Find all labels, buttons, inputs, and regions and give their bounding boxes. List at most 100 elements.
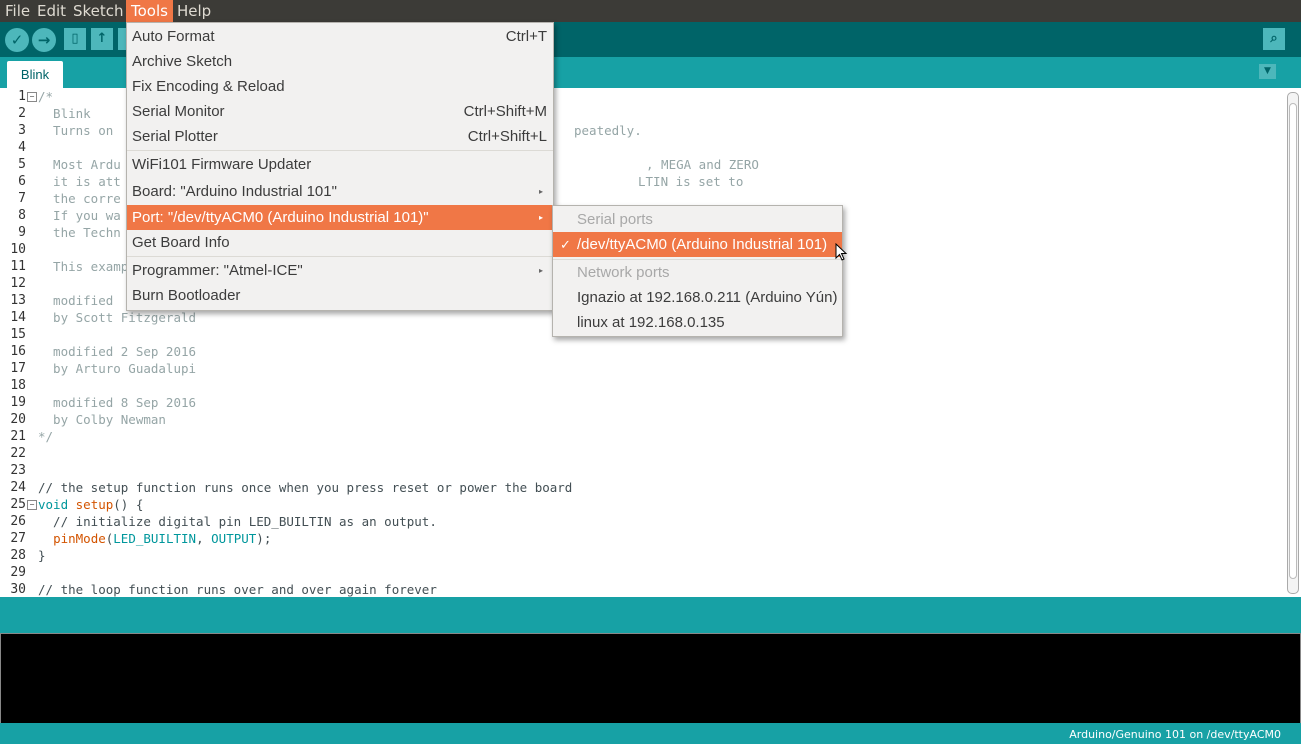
menu-help[interactable]: Help: [172, 0, 216, 22]
editor-scrollbar[interactable]: [1287, 92, 1299, 594]
menu-item-wifi-updater[interactable]: WiFi101 Firmware Updater: [127, 152, 553, 177]
new-sketch-icon[interactable]: ▯: [64, 28, 86, 50]
tab-blink[interactable]: Blink: [7, 61, 63, 88]
code-line-tail: LTIN is set to: [638, 174, 744, 189]
code-line: void setup() {: [38, 497, 144, 512]
scrollbar-thumb[interactable]: [1289, 103, 1297, 579]
menu-item-port[interactable]: Port: "/dev/ttyACM0 (Arduino Industrial …: [127, 205, 553, 230]
serial-monitor-icon[interactable]: ⌕: [1263, 28, 1285, 50]
menu-sketch[interactable]: Sketch: [68, 0, 129, 22]
menu-item-shortcut: Ctrl+Shift+L: [467, 128, 547, 145]
line-number: 25: [10, 497, 26, 512]
menu-item-label: Get Board Info: [132, 234, 230, 251]
line-number: 15: [10, 327, 26, 342]
code-line: // the setup function runs once when you…: [38, 480, 573, 495]
code-line: by Colby Newman: [38, 412, 166, 427]
open-sketch-icon[interactable]: ↑: [91, 28, 113, 50]
line-number: 12: [10, 276, 26, 291]
line-number: 7: [18, 191, 26, 206]
menu-item-label: Serial Plotter: [132, 128, 218, 145]
menu-item-board[interactable]: Board: "Arduino Industrial 101" ▸: [127, 179, 553, 204]
menu-tools[interactable]: Tools: [126, 0, 173, 22]
menu-item-serial-monitor[interactable]: Serial Monitor Ctrl+Shift+M: [127, 99, 553, 124]
line-number: 2: [18, 106, 26, 121]
port-item-ttyacm0[interactable]: ✓ /dev/ttyACM0 (Arduino Industrial 101): [553, 232, 842, 257]
code-line: Blink: [38, 106, 91, 121]
menubar: File Edit Sketch Tools Help: [0, 0, 1301, 22]
menu-item-fix-encoding[interactable]: Fix Encoding & Reload: [127, 74, 553, 99]
menu-item-archive-sketch[interactable]: Archive Sketch: [127, 49, 553, 74]
line-number: 29: [10, 565, 26, 580]
line-number: 21: [10, 429, 26, 444]
code-line: }: [38, 548, 46, 563]
line-number: 17: [10, 361, 26, 376]
code-line: // initialize digital pin LED_BUILTIN as…: [38, 514, 437, 529]
line-number: 13: [10, 293, 26, 308]
code-line: */: [38, 429, 54, 444]
port-item-ignazio[interactable]: Ignazio at 192.168.0.211 (Arduino Yún): [553, 285, 842, 310]
code-line: by Arturo Guadalupi: [38, 361, 197, 376]
menu-item-label: Archive Sketch: [132, 53, 233, 70]
menu-file[interactable]: File: [0, 0, 35, 22]
port-item-linux[interactable]: linux at 192.168.0.135: [553, 310, 842, 335]
menu-item-label: WiFi101 Firmware Updater: [132, 156, 312, 173]
line-number: 11: [10, 259, 26, 274]
code-line: the corre: [38, 191, 121, 206]
menu-item-serial-plotter[interactable]: Serial Plotter Ctrl+Shift+L: [127, 124, 553, 149]
port-submenu: Serial ports ✓ /dev/ttyACM0 (Arduino Ind…: [552, 205, 843, 337]
fold-toggle-icon[interactable]: −: [27, 500, 37, 510]
line-number: 4: [18, 140, 26, 155]
menu-item-label: Programmer: "Atmel-ICE": [132, 262, 303, 279]
network-ports-header: Network ports: [553, 260, 842, 285]
line-number: 30: [10, 582, 26, 597]
code-line: the Techn: [38, 225, 121, 240]
menu-item-label: Auto Format: [132, 28, 215, 45]
line-number: 14: [10, 310, 26, 325]
line-number: 20: [10, 412, 26, 427]
line-number: 26: [10, 514, 26, 529]
tab-menu-icon[interactable]: ▼: [1259, 64, 1276, 79]
line-number: 27: [10, 531, 26, 546]
menu-item-label: Serial Monitor: [132, 103, 225, 120]
menu-item-shortcut: Ctrl+Shift+M: [463, 103, 547, 120]
line-number: 1: [18, 89, 26, 104]
menu-item-programmer[interactable]: Programmer: "Atmel-ICE" ▸: [127, 258, 553, 283]
menu-item-burn-bootloader[interactable]: Burn Bootloader: [127, 283, 553, 308]
line-gutter: 1 2 3 4 5 6 7 8 9 10 11 12 13 14 15 16 17 18 19 20 21 22 23 24 2…: [0, 88, 37, 597]
line-number: 18: [10, 378, 26, 393]
status-bar: Arduino/Genuino 101 on /dev/ttyACM0: [0, 723, 1301, 744]
menu-item-label: linux at 192.168.0.135: [577, 314, 725, 331]
code-line: by Scott Fitzgerald: [38, 310, 197, 325]
code-line: If you wa: [38, 208, 121, 223]
code-line: // the loop function runs over and over …: [38, 582, 437, 597]
verify-icon[interactable]: ✓: [5, 28, 29, 52]
code-line: This examp: [38, 259, 129, 274]
board-port-status: Arduino/Genuino 101 on /dev/ttyACM0: [1069, 728, 1281, 741]
serial-ports-header: Serial ports: [553, 207, 842, 232]
code-line: Turns on: [38, 123, 114, 138]
code-line-tail: peatedly.: [574, 123, 642, 138]
console-output[interactable]: [0, 633, 1301, 724]
menu-item-shortcut: Ctrl+T: [505, 28, 547, 45]
menu-item-auto-format[interactable]: Auto Format Ctrl+T: [127, 24, 553, 49]
code-line: modified 2 Sep 2016: [38, 344, 197, 359]
line-number: 5: [18, 157, 26, 172]
menu-item-get-board-info[interactable]: Get Board Info: [127, 230, 553, 255]
menu-item-label: Port: "/dev/ttyACM0 (Arduino Industrial …: [132, 209, 429, 226]
menu-separator: [127, 150, 553, 151]
submenu-arrow-icon: ▸: [538, 266, 543, 275]
code-line: pinMode(LED_BUILTIN, OUTPUT);: [53, 531, 272, 546]
line-number: 23: [10, 463, 26, 478]
line-number: 9: [18, 225, 26, 240]
line-number: 16: [10, 344, 26, 359]
code-line: Most Ardu: [38, 157, 121, 172]
console-message-bar: [0, 597, 1301, 633]
upload-icon[interactable]: →: [32, 28, 56, 52]
line-number: 3: [18, 123, 26, 138]
menu-edit[interactable]: Edit: [32, 0, 71, 22]
code-line: it is att: [38, 174, 121, 189]
menu-item-label: Ignazio at 192.168.0.211 (Arduino Yún): [577, 289, 838, 306]
check-icon: ✓: [560, 237, 571, 252]
submenu-arrow-icon: ▸: [538, 213, 543, 222]
fold-toggle-icon[interactable]: −: [27, 92, 37, 102]
